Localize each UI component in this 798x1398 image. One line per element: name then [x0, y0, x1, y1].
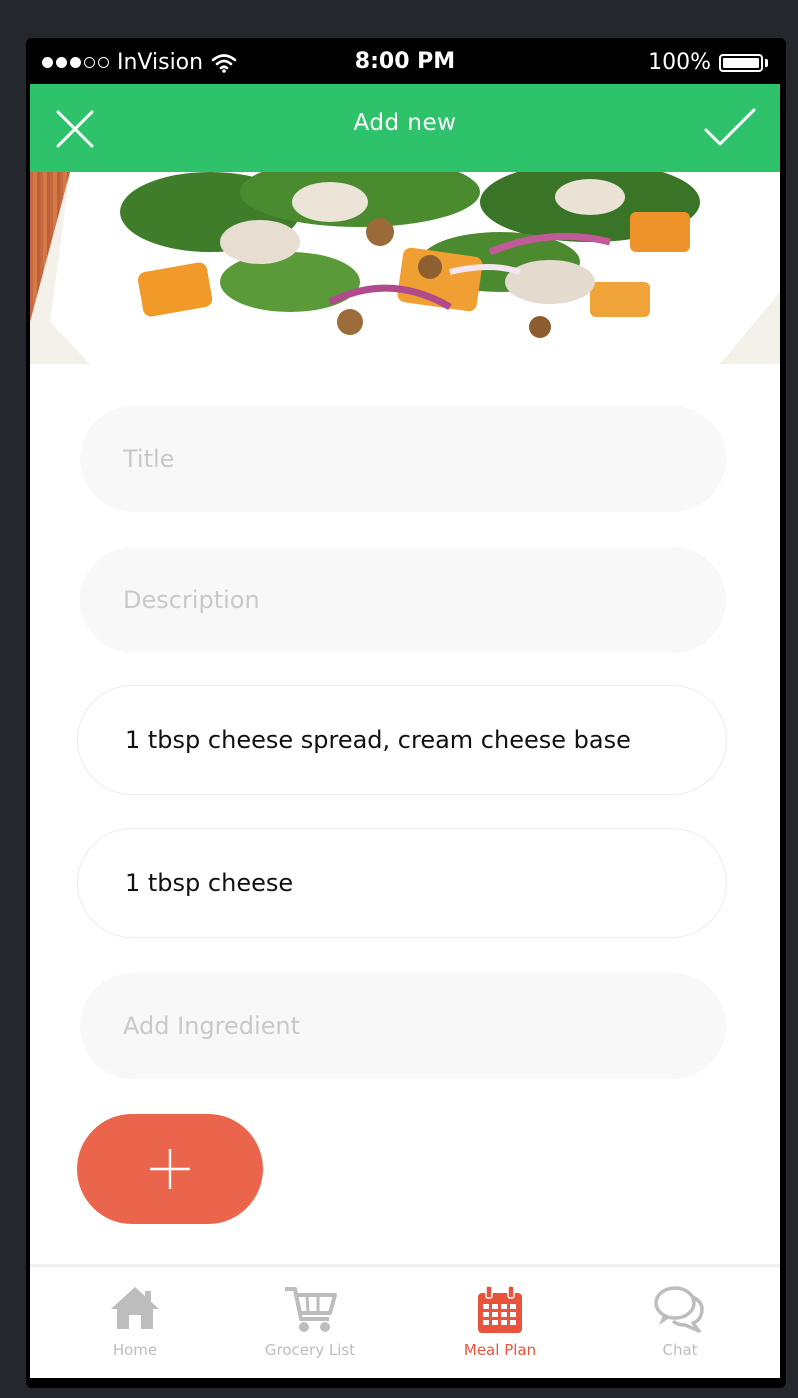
battery-icon	[719, 53, 763, 72]
chat-bubbles-icon	[654, 1286, 704, 1333]
tab-label-meal-plan: Meal Plan	[463, 1341, 537, 1359]
tab-grocery-list[interactable]: Grocery List	[250, 1267, 370, 1377]
tab-chat[interactable]: Chat	[630, 1267, 730, 1377]
bottom-tab-bar: Home Grocery List Meal Plan Chat	[30, 1264, 780, 1378]
description-input[interactable]	[80, 547, 726, 653]
status-bar: InVision 8:00 PM 100%	[30, 40, 780, 84]
ingredient-field-1[interactable]: 1 tbsp cheese spread, cream cheese base	[77, 685, 727, 795]
page-title: Add new	[353, 110, 457, 136]
battery-percentage: 100%	[648, 50, 711, 75]
recipe-photo[interactable]	[30, 172, 780, 364]
app-screen: InVision 8:00 PM 100% Add new Title Desc…	[30, 40, 780, 1378]
tab-label-grocery-list: Grocery List	[264, 1341, 356, 1359]
checkmark-icon	[704, 108, 756, 146]
calendar-icon	[478, 1285, 522, 1333]
add-ingredient-button[interactable]	[77, 1114, 263, 1224]
title-input[interactable]	[80, 406, 726, 512]
app-header: Add new	[30, 84, 780, 172]
tab-label-chat: Chat	[662, 1341, 698, 1359]
plus-icon	[150, 1149, 190, 1189]
ingredient-field-2[interactable]: 1 tbsp cheese	[77, 828, 727, 938]
confirm-button[interactable]	[702, 104, 758, 152]
cart-icon	[285, 1287, 337, 1332]
tab-home[interactable]: Home	[85, 1267, 185, 1377]
home-icon	[111, 1287, 159, 1329]
add-ingredient-input[interactable]	[80, 973, 726, 1079]
tab-meal-plan[interactable]: Meal Plan	[450, 1267, 550, 1377]
tab-label-home: Home	[112, 1341, 158, 1359]
battery-status: 100%	[648, 50, 768, 75]
